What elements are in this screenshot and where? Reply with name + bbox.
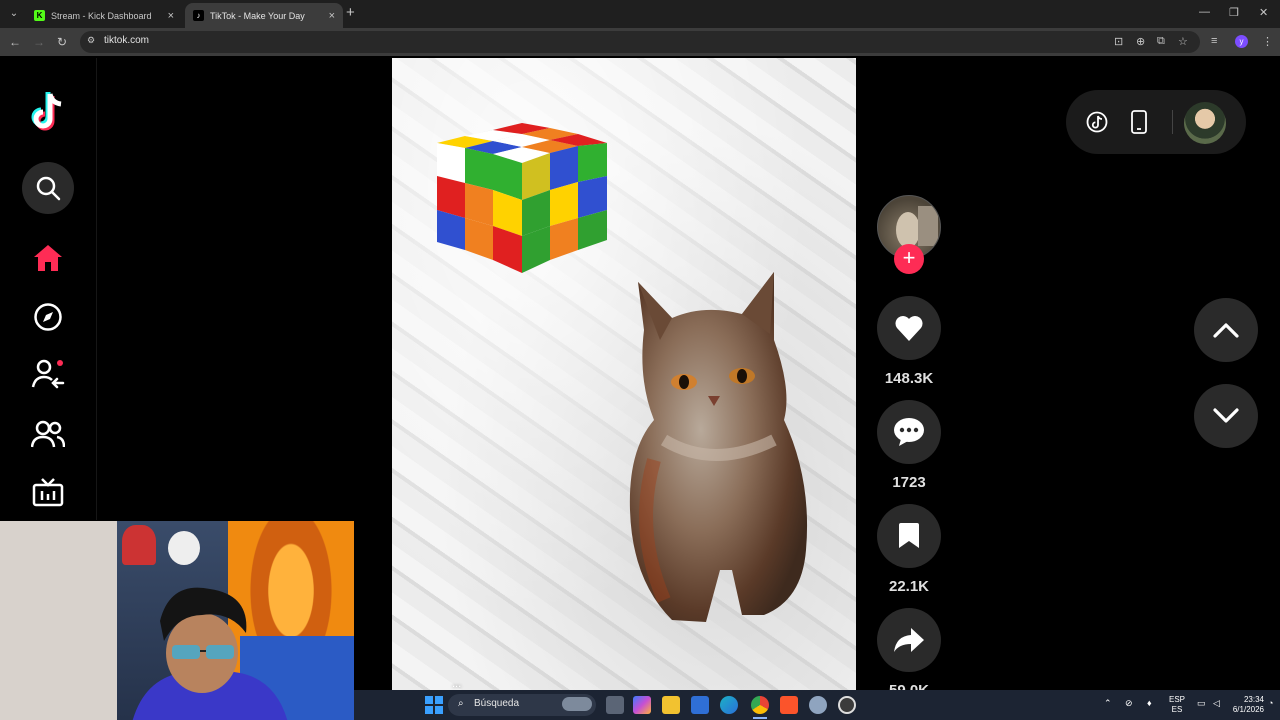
translate-icon[interactable]: ⊡ (1114, 35, 1123, 48)
restore-icon[interactable]: ❐ (1229, 6, 1239, 19)
forward-icon[interactable]: → (33, 34, 45, 50)
chrome-active-indicator (753, 717, 767, 719)
rubiks-cube-image (437, 123, 607, 273)
chrome-icon[interactable] (751, 696, 769, 714)
tab-kick-dashboard[interactable]: K Stream - Kick Dashboard × (26, 3, 182, 28)
comment-icon (894, 418, 924, 446)
save-count: 22.1K (888, 578, 930, 595)
follow-plus-button[interactable]: + (894, 244, 924, 274)
explore-icon[interactable] (22, 291, 74, 343)
tiktok-favicon-icon: ♪ (193, 10, 204, 21)
chevron-up-icon (1213, 323, 1239, 338)
comment-count: 1723 (892, 474, 926, 491)
task-view-icon[interactable] (606, 696, 624, 714)
user-avatar[interactable] (1184, 102, 1226, 144)
webcam-person (132, 587, 288, 720)
tab-close-icon[interactable]: × (329, 10, 335, 22)
reading-list-icon[interactable]: ≡ (1211, 35, 1217, 47)
install-app-icon[interactable]: ⧉ (1157, 35, 1165, 48)
webcam-overlay (0, 521, 354, 720)
share-count: 59.0K (859, 682, 959, 690)
next-video-button[interactable] (1194, 384, 1258, 448)
tray-expand-icon[interactable]: ⌃ (1104, 698, 1112, 709)
taskbar-search-label: Búsqueda (474, 698, 520, 709)
url-text[interactable]: tiktok.com (104, 35, 149, 46)
site-info-icon[interactable]: ⚙ (87, 35, 95, 46)
friends-icon[interactable] (22, 408, 74, 460)
tab-tiktok[interactable]: ♪ TikTok - Make Your Day × (185, 3, 343, 28)
clock-time: 23:34 (1243, 695, 1264, 704)
video-caption: ... (452, 678, 462, 690)
webcam-figure (168, 531, 200, 565)
tab-title: TikTok - Make Your Day (210, 10, 305, 21)
tiktok-logo-icon[interactable] (22, 86, 74, 138)
file-explorer-icon[interactable] (662, 696, 680, 714)
back-icon[interactable]: ← (9, 34, 21, 50)
language-indicator[interactable]: ESP ES (1166, 695, 1188, 715)
settings-icon[interactable] (809, 696, 827, 714)
profile-avatar[interactable]: y (1235, 35, 1248, 48)
tab-close-icon[interactable]: × (168, 10, 174, 22)
sidebar-divider (96, 58, 97, 520)
search-highlight-icon (562, 697, 592, 711)
like-count: 148.3K (884, 370, 934, 387)
bookmark-star-icon[interactable]: ☆ (1178, 35, 1188, 48)
taskbar-search-icon: ⌕ (458, 698, 464, 709)
comment-button[interactable] (877, 400, 941, 464)
clock[interactable]: 23:34 6/1/2026 (1228, 695, 1264, 715)
microphone-icon[interactable]: ♦ (1147, 698, 1152, 708)
following-icon[interactable] (22, 348, 74, 400)
tab-title: Stream - Kick Dashboard (51, 10, 152, 21)
video-player[interactable]: ... (392, 58, 856, 690)
new-tab-button[interactable]: + (346, 5, 355, 21)
zoom-icon[interactable]: ⊕ (1136, 35, 1145, 48)
notifications-icon[interactable]: ◔ (1268, 698, 1273, 708)
pill-divider (1172, 110, 1173, 134)
ms-store-icon[interactable] (691, 696, 709, 714)
home-icon[interactable] (22, 232, 74, 284)
language-top: ESP (1168, 695, 1185, 704)
language-bottom: ES (1171, 705, 1183, 714)
share-arrow-icon (894, 628, 924, 652)
phone-icon[interactable] (1131, 110, 1147, 139)
close-window-icon[interactable]: ✕ (1259, 6, 1268, 19)
save-button[interactable] (877, 504, 941, 568)
live-icon[interactable] (22, 466, 74, 518)
previous-video-button[interactable] (1194, 298, 1258, 362)
search-icon[interactable] (22, 162, 74, 214)
clock-date: 6/1/2026 (1232, 705, 1264, 714)
copilot-icon[interactable] (633, 696, 651, 714)
webcam-figure (122, 525, 156, 565)
tiktok-circle-icon[interactable] (1086, 111, 1108, 138)
edge-icon[interactable] (720, 696, 738, 714)
volume-icon[interactable]: ◁ (1213, 698, 1220, 709)
like-button[interactable] (877, 296, 941, 360)
brave-icon[interactable] (780, 696, 798, 714)
windows-start-icon[interactable] (425, 696, 443, 719)
share-button[interactable] (877, 608, 941, 672)
tab-search-icon[interactable]: ⌄ (6, 6, 22, 22)
bookmark-icon (899, 523, 919, 548)
heart-icon (895, 316, 923, 341)
minimize-icon[interactable]: — (1199, 6, 1210, 18)
kick-favicon-icon: K (34, 10, 45, 21)
cat-image (629, 272, 808, 622)
obs-icon[interactable] (838, 696, 856, 714)
tray-app-icon[interactable]: ⊘ (1125, 698, 1133, 709)
network-icon[interactable]: ▭ (1197, 698, 1206, 709)
chevron-down-icon (1213, 408, 1239, 423)
reload-icon[interactable]: ↻ (57, 34, 67, 50)
address-bar[interactable] (80, 31, 1200, 53)
menu-kebab-icon[interactable]: ⋮ (1262, 35, 1273, 48)
